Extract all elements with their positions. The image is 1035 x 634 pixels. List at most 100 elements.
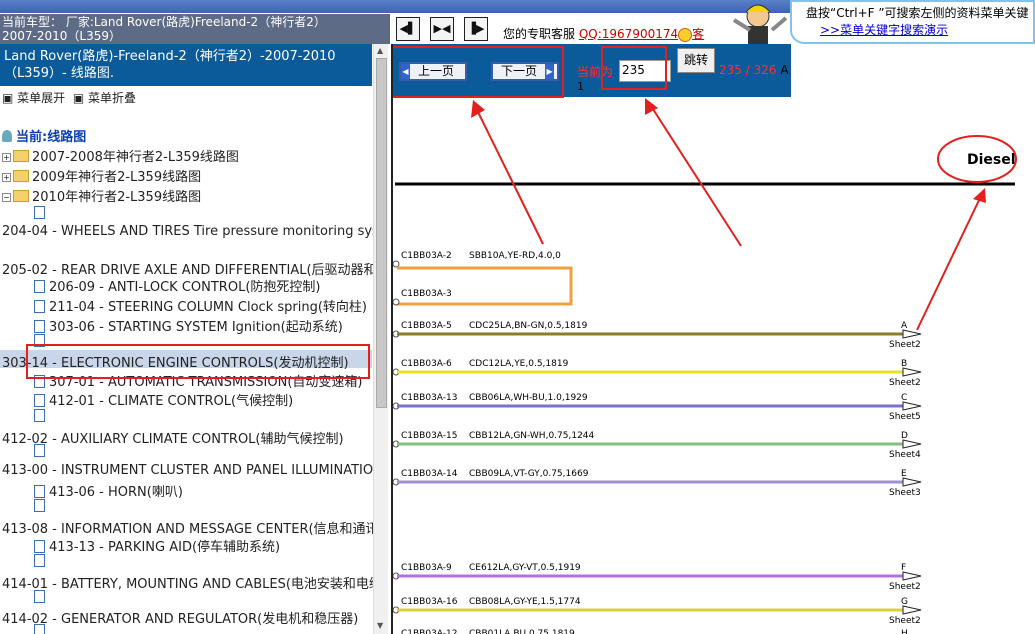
- wire-sheet-label: Sheet2: [889, 378, 921, 388]
- tree-item[interactable]: 413-06 - HORN(喇叭): [34, 481, 183, 500]
- wire-circuit-label: CBB09LA,VT-GY,0.75,1669: [469, 469, 589, 479]
- document-icon: [34, 300, 45, 313]
- wire-connector-arrow: [902, 329, 922, 339]
- customer-service-label: 您的专职客服: [503, 27, 576, 41]
- wire-circuit-label: CE612LA,GY-VT,0.5,1919: [469, 563, 581, 573]
- tree-item-label[interactable]: 412-01 - CLIMATE CONTROL(气候控制): [49, 394, 293, 409]
- mascot-icon: [732, 4, 788, 44]
- tree-item-label[interactable]: 413-08 - INFORMATION AND MESSAGE CENTER(…: [2, 522, 384, 537]
- tree-doc[interactable]: [34, 499, 49, 514]
- tree-item[interactable]: 211-04 - STEERING COLUMN Clock spring(转向…: [34, 296, 367, 315]
- wire-circuit-label: CDC25LA,BN-GN,0.5,1819: [469, 321, 588, 331]
- wire-connector-letter: E: [901, 469, 907, 479]
- menu-collapse-link[interactable]: 菜单折叠: [88, 91, 136, 105]
- tree-item-label[interactable]: 413-06 - HORN(喇叭): [49, 485, 183, 500]
- current-location: 当前:线路图: [2, 126, 86, 145]
- tree-item[interactable]: 414-01 - BATTERY, MOUNTING AND CABLES(电池…: [2, 573, 387, 592]
- tree-folder-label[interactable]: 2009年神行者2-L359线路图: [32, 170, 201, 185]
- scrollbar-thumb[interactable]: [376, 58, 387, 408]
- tree-item-label[interactable]: 204-04 - WHEELS AND TIRES Tire pressure …: [2, 224, 388, 239]
- tree-item-label[interactable]: 206-09 - ANTI-LOCK CONTROL(防抱死控制): [49, 280, 320, 295]
- wire-connector-letter: D: [901, 431, 908, 441]
- document-icon: [34, 394, 45, 407]
- tree-folder-label[interactable]: 2010年神行者2-L359线路图: [32, 190, 201, 205]
- tree-item[interactable]: 412-01 - CLIMATE CONTROL(气候控制): [34, 390, 293, 409]
- tree-doc[interactable]: [34, 624, 49, 634]
- tree-item-label[interactable]: 303-06 - STARTING SYSTEM Ignition(起动系统): [49, 320, 343, 335]
- scroll-down-icon[interactable]: ▼: [377, 621, 383, 630]
- tree-doc[interactable]: [34, 554, 49, 569]
- tree-item-label[interactable]: 414-01 - BATTERY, MOUNTING AND CABLES(电池…: [2, 577, 387, 592]
- car-model-years: 2007-2010（L359）: [2, 29, 121, 43]
- tree-doc[interactable]: [34, 409, 49, 424]
- wire-circuit-label: CDC12LA,YE,0.5,1819: [469, 359, 569, 369]
- tree-folder[interactable]: +2009年神行者2-L359线路图: [2, 166, 201, 185]
- tree-doc[interactable]: [34, 206, 49, 221]
- tree-item[interactable]: 412-02 - AUXILIARY CLIMATE CONTROL(辅助气候控…: [2, 428, 344, 447]
- plus-icon[interactable]: +: [2, 173, 11, 182]
- wire-pin-label: C1BB03A-14: [401, 469, 458, 479]
- annotation-arrowheads: [471, 98, 986, 203]
- sidebar-scrollbar[interactable]: ▲ ▼: [373, 44, 388, 634]
- wire-pin-label: C1BB03A-9: [401, 563, 452, 573]
- annotation-box-page-input: [601, 46, 667, 90]
- search-demo-link[interactable]: >>菜单关键字搜索演示: [806, 21, 1033, 38]
- tree-item-label[interactable]: 413-13 - PARKING AID(停车辅助系统): [49, 540, 280, 555]
- wire-sheet-label: Sheet2: [889, 340, 921, 350]
- wire-connector-letter: F: [901, 563, 906, 573]
- split-view-button[interactable]: ▶◀: [430, 17, 454, 41]
- top-bar: 当前车型： 厂家:Land Rover(路虎)Freeland-2（神行者2） …: [0, 0, 1035, 44]
- arrowhead-diesel: [973, 188, 986, 203]
- tree-item[interactable]: 413-00 - INSTRUMENT CLUSTER AND PANEL IL…: [2, 463, 383, 478]
- wire-connector-letter: B: [901, 359, 907, 369]
- tree-doc[interactable]: [34, 444, 49, 459]
- wiring-diagram: C1BB03A-2 SBB10A,YE-RD,4.0,0 C1BB03A-3 C1BB…: [393, 98, 1017, 634]
- menu-expand-link[interactable]: 菜单展开: [17, 91, 65, 105]
- tree-item[interactable]: 414-02 - GENERATOR AND REGULATOR(发电机和稳压器…: [2, 608, 358, 627]
- document-icon: [34, 320, 45, 333]
- qq-icon[interactable]: [678, 27, 693, 42]
- expand-icon[interactable]: ▣: [2, 91, 13, 105]
- customer-service: 您的专职客服 QQ:1967900174 客: [503, 25, 704, 42]
- annotation-box-nav-buttons: [393, 46, 564, 98]
- tree-item-label[interactable]: 413-00 - INSTRUMENT CLUSTER AND PANEL IL…: [2, 463, 383, 478]
- wire-pin-label: C1BB03A-6: [401, 359, 452, 369]
- plus-icon[interactable]: +: [2, 153, 11, 162]
- folder-icon: [13, 170, 29, 182]
- collapse-icon[interactable]: ▣: [73, 91, 84, 105]
- qq-link[interactable]: QQ:1967900174: [579, 27, 678, 41]
- annotation-box-selected-item: [26, 344, 370, 379]
- tree-folder[interactable]: +2007-2008年神行者2-L359线路图: [2, 146, 239, 165]
- wire-connector-letter: G: [901, 597, 908, 607]
- wire-pin-label: C1BB03A-5: [401, 321, 452, 331]
- right-panel-toggle-button[interactable]: ▐▶: [464, 17, 488, 41]
- annotation-arrow-page: [650, 105, 742, 247]
- document-icon: [34, 499, 45, 512]
- wire-sheet-label: Sheet2: [889, 582, 921, 592]
- wire-connector-arrow: [902, 571, 922, 581]
- document-icon: [34, 540, 45, 553]
- tree-folder-label[interactable]: 2007-2008年神行者2-L359线路图: [32, 150, 239, 165]
- tree-item-label[interactable]: 412-02 - AUXILIARY CLIMATE CONTROL(辅助气候控…: [2, 432, 344, 447]
- tree-doc[interactable]: [34, 590, 49, 605]
- sidebar: Land Rover(路虎)-Freeland-2（神行者2）-2007-201…: [0, 44, 388, 634]
- tree-item[interactable]: 206-09 - ANTI-LOCK CONTROL(防抱死控制): [34, 276, 320, 295]
- tree-item[interactable]: 413-08 - INFORMATION AND MESSAGE CENTER(…: [2, 518, 384, 537]
- tree-item-label[interactable]: 414-02 - GENERATOR AND REGULATOR(发电机和稳压器…: [2, 612, 358, 627]
- tree-item-label[interactable]: 211-04 - STEERING COLUMN Clock spring(转向…: [49, 300, 367, 315]
- wire-terminal: [393, 298, 400, 306]
- scroll-up-icon[interactable]: ▲: [377, 46, 383, 55]
- minus-icon[interactable]: −: [2, 193, 11, 202]
- folder-open-icon: [13, 190, 29, 202]
- wire-connector-arrow: [902, 401, 922, 411]
- tree-item[interactable]: 303-06 - STARTING SYSTEM Ignition(起动系统): [34, 316, 343, 335]
- tree-folder[interactable]: − 2010年神行者2-L359线路图: [2, 186, 201, 205]
- qq-suffix-link[interactable]: 客: [692, 27, 704, 41]
- annotation-arrow-diesel: [916, 195, 982, 331]
- wire-circuit-label: SBB10A,YE-RD,4.0,0: [469, 251, 561, 261]
- left-panel-toggle-button[interactable]: ◀▌: [396, 17, 420, 41]
- wire-sheet-label: Sheet3: [889, 488, 921, 498]
- tree-item[interactable]: 413-13 - PARKING AID(停车辅助系统): [34, 536, 280, 555]
- tree-item[interactable]: 204-04 - WHEELS AND TIRES Tire pressure …: [2, 224, 388, 239]
- wire-sheet-label: Sheet5: [889, 412, 921, 422]
